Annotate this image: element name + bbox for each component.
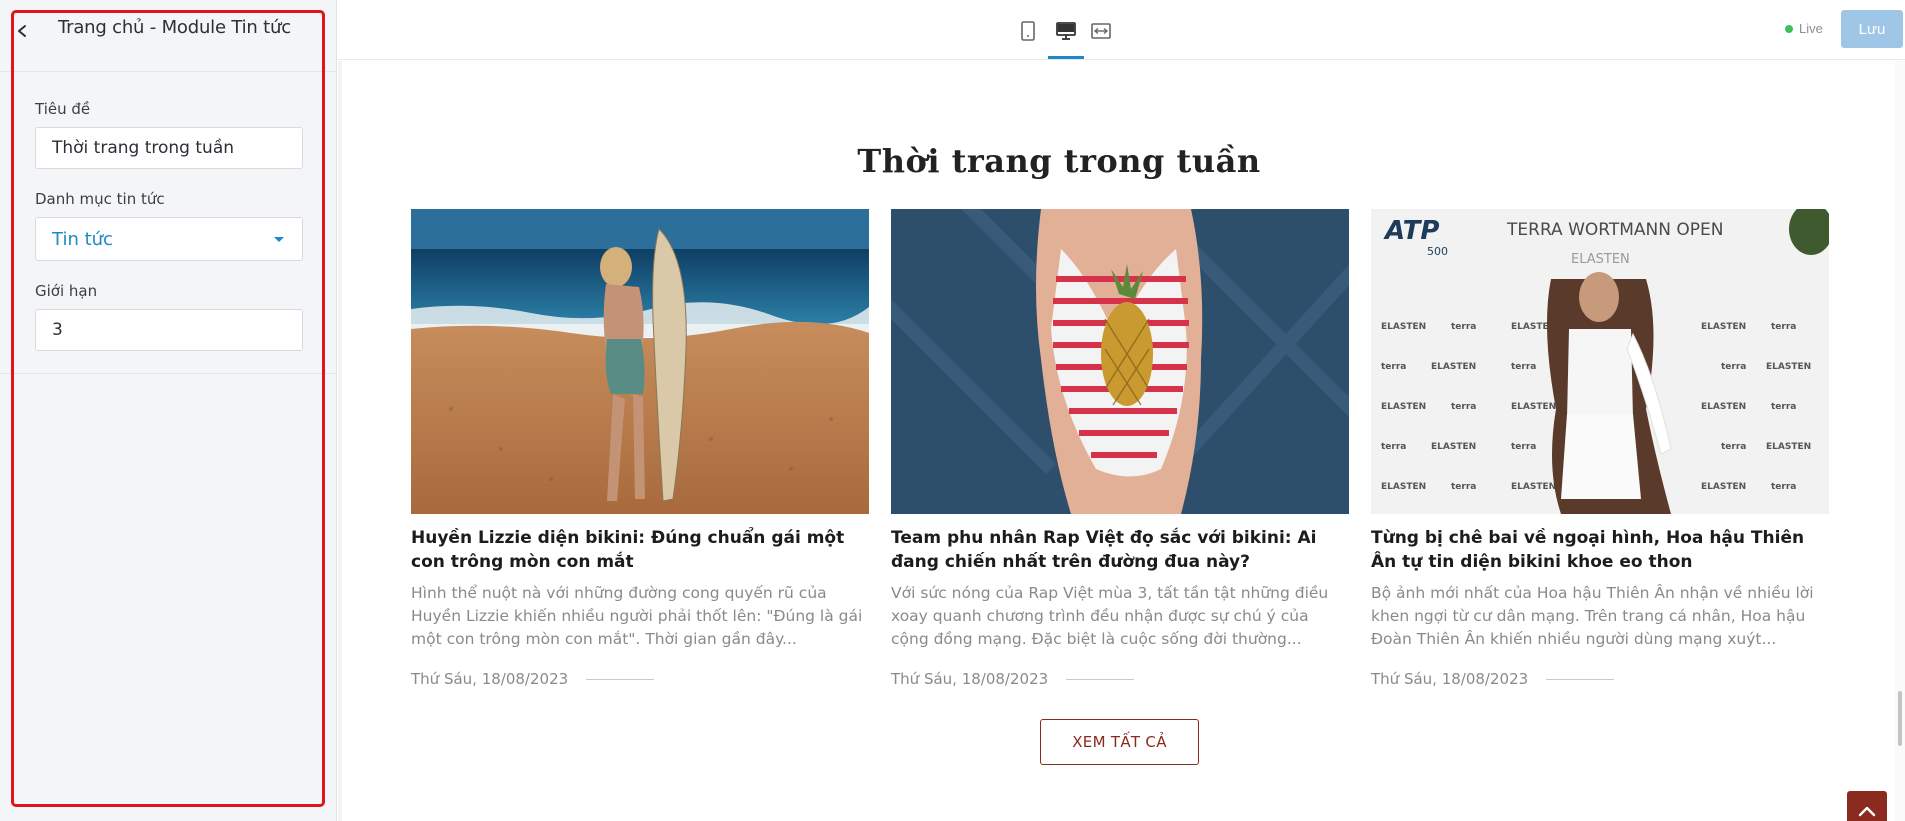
article-image[interactable] [891,209,1349,514]
date-divider [586,678,655,680]
chevron-up-icon [1858,806,1876,817]
article-image[interactable]: ELASTEN terra ELASTEN terra ELASTEN terra EL… [1371,209,1829,514]
save-button[interactable]: Lưu [1841,10,1903,48]
svg-text:terra: terra [1451,322,1476,332]
article-title[interactable]: Huyền Lizzie diện bikini: Đúng chuẩn gái… [411,526,869,574]
date-divider [1066,678,1135,680]
sponsor-banner-text: ELASTEN [1571,252,1630,267]
svg-text:terra: terra [1451,402,1476,412]
svg-text:ELASTEN: ELASTEN [1511,402,1556,412]
live-status: Live [1785,21,1823,36]
svg-text:ELASTEN: ELASTEN [1381,322,1426,332]
scrollbar-thumb[interactable] [1898,691,1902,746]
sidebar-title: Trang chủ - Module Tin tức [58,17,291,38]
article-date: Thứ Sáu, 18/08/2023 [891,670,1049,688]
pineapple-swimsuit-photo [891,209,1349,514]
svg-text:ELASTEN: ELASTEN [1701,322,1746,332]
tablet-icon[interactable] [1017,20,1039,42]
event-banner-text: TERRA WORTMANN OPEN [1506,220,1723,240]
settings-sidebar: Trang chủ - Module Tin tức Tiêu đề Thời … [0,0,337,821]
atp-logo-sub: 500 [1427,245,1448,258]
article-excerpt: Bộ ảnh mới nhất của Hoa hậu Thiên Ân nhậ… [1371,584,1814,648]
svg-text:ELASTEN: ELASTEN [1766,362,1811,372]
svg-text:terra: terra [1381,442,1406,452]
article-card[interactable]: Huyền Lizzie diện bikini: Đúng chuẩn gái… [411,209,869,688]
section-title: Thời trang trong tuần [857,142,1261,180]
fullwidth-icon[interactable] [1090,20,1112,42]
live-label: Live [1799,21,1823,36]
svg-text:terra: terra [1771,402,1796,412]
article-image[interactable] [411,209,869,514]
desktop-icon[interactable] [1055,20,1077,42]
form-divider [0,373,337,374]
article-title[interactable]: Team phu nhân Rap Việt đọ sắc với bikini… [891,526,1349,574]
live-dot-icon [1785,24,1793,33]
article-title[interactable]: Từng bị chê bai về ngoại hình, Hoa hậu T… [1371,526,1829,574]
article-excerpt: Hình thể nuột nà với những đường cong qu… [411,584,863,648]
back-to-top-button[interactable] [1847,791,1887,821]
svg-text:terra: terra [1771,322,1796,332]
svg-text:ELASTEN: ELASTEN [1701,482,1746,492]
article-date: Thứ Sáu, 18/08/2023 [411,670,569,688]
title-label: Tiêu đề [35,100,91,118]
svg-text:ELASTEN: ELASTEN [1766,442,1811,452]
module-settings-form: Tiêu đề Thời trang trong tuần Danh mục t… [35,100,303,372]
svg-text:terra: terra [1511,362,1536,372]
title-input[interactable]: Thời trang trong tuần [35,127,303,169]
page-preview: Thời trang trong tuần Huyền Lizzie diện … [338,61,1905,821]
category-label: Danh mục tin tức [35,190,165,208]
svg-text:terra: terra [1771,482,1796,492]
limit-label: Giới hạn [35,282,98,300]
svg-text:ELASTEN: ELASTEN [1431,362,1476,372]
editor-topbar: Live Lưu [338,0,1905,60]
category-select-value: Tin tức [52,228,113,250]
svg-text:terra: terra [1381,362,1406,372]
category-select[interactable]: Tin tức [35,217,303,261]
press-wall-photo: ELASTEN terra ELASTEN terra ELASTEN terra EL… [1371,209,1829,514]
article-card[interactable]: Team phu nhân Rap Việt đọ sắc với bikini… [891,209,1349,688]
svg-text:ELASTEN: ELASTEN [1381,402,1426,412]
article-meta: Thứ Sáu, 18/08/2023 [1371,670,1829,688]
article-meta: Thứ Sáu, 18/08/2023 [891,670,1349,688]
sidebar-header: Trang chủ - Module Tin tức [0,0,336,72]
atp-logo-text: ATP [1383,216,1439,246]
caret-down-icon [274,237,284,242]
article-excerpt: Với sức nóng của Rap Việt mùa 3, tất tần… [891,584,1329,648]
svg-text:ELASTEN: ELASTEN [1381,482,1426,492]
active-device-indicator [1048,56,1084,59]
svg-text:terra: terra [1721,362,1746,372]
beach-surfer-photo [411,209,869,514]
svg-text:terra: terra [1451,482,1476,492]
article-meta: Thứ Sáu, 18/08/2023 [411,670,869,688]
svg-text:ELASTEN: ELASTEN [1701,402,1746,412]
article-card[interactable]: ELASTEN terra ELASTEN terra ELASTEN terra EL… [1371,209,1829,688]
svg-text:ELASTEN: ELASTEN [1511,482,1556,492]
view-all-button[interactable]: XEM TẤT CẢ [1040,719,1199,765]
svg-text:terra: terra [1511,442,1536,452]
date-divider [1546,678,1615,680]
article-date: Thứ Sáu, 18/08/2023 [1371,670,1529,688]
chevron-left-icon[interactable] [14,20,32,42]
svg-text:terra: terra [1721,442,1746,452]
svg-text:ELASTEN: ELASTEN [1431,442,1476,452]
limit-input[interactable]: 3 [35,309,303,351]
